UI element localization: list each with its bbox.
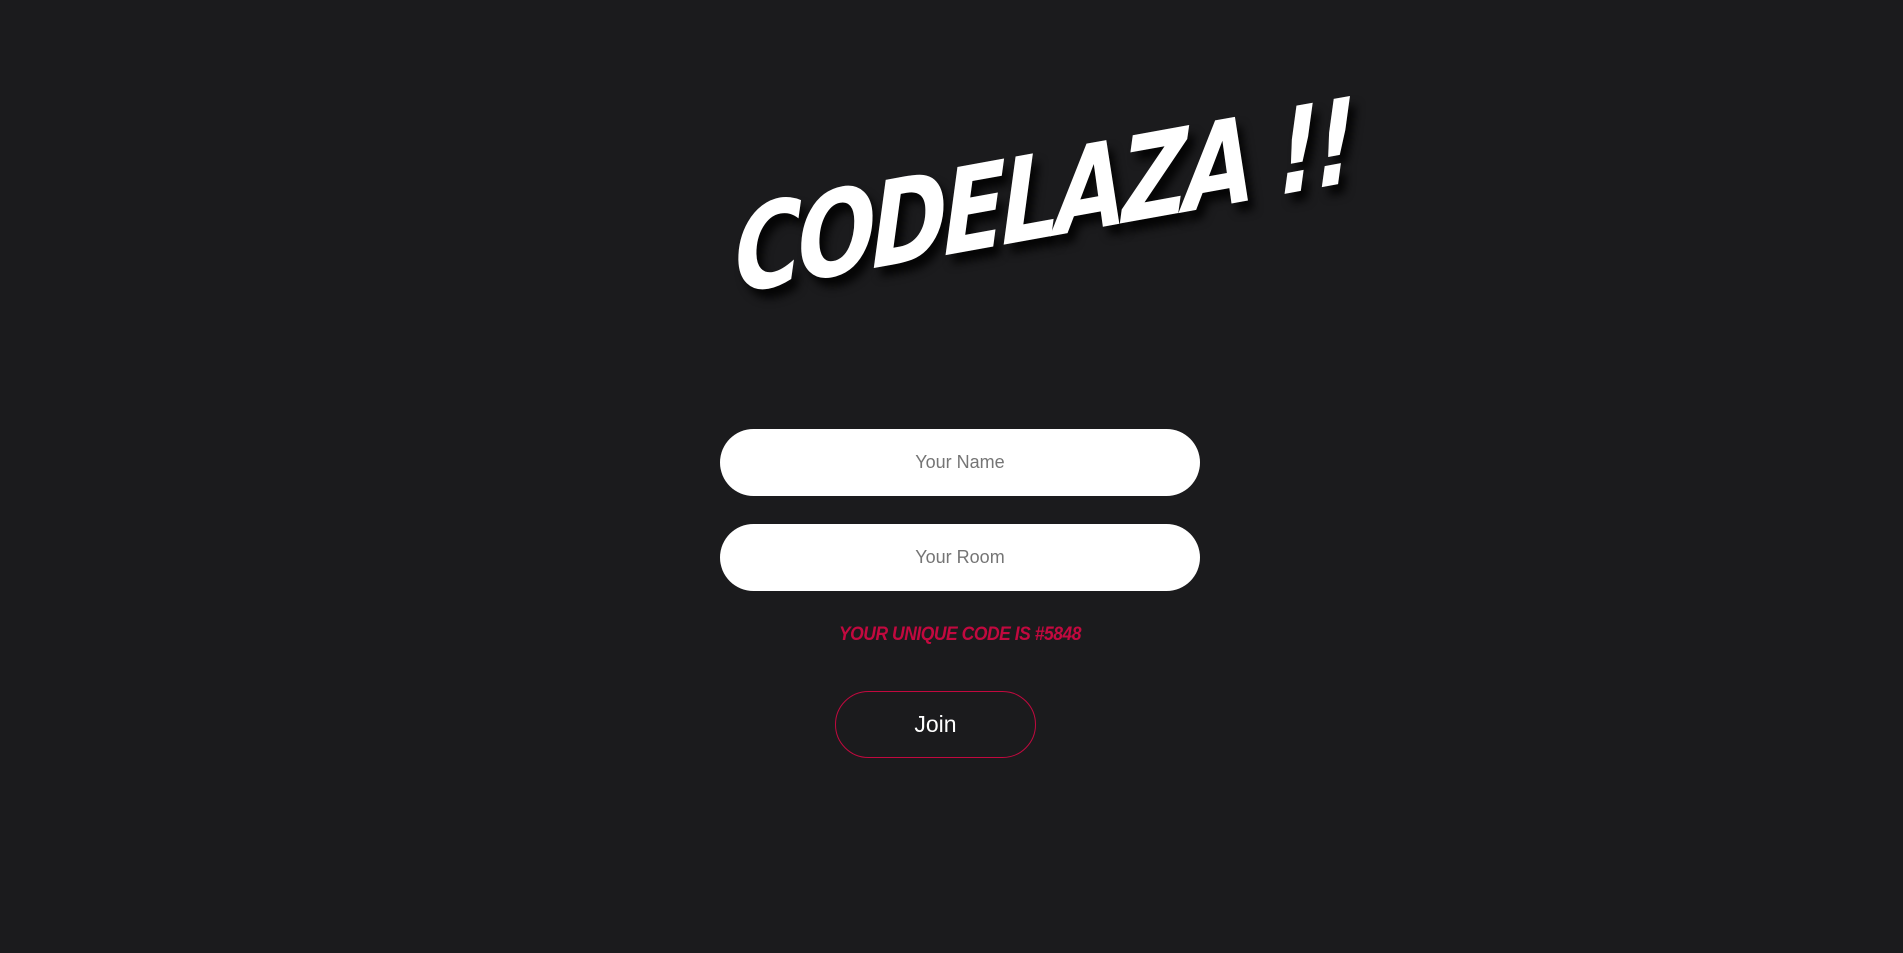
join-page: CODELAZA !! YOUR UNIQUE CODE IS #5848 Jo…	[0, 0, 1903, 953]
app-logo: CODELAZA !!	[733, 71, 1354, 322]
unique-code-text: YOUR UNIQUE CODE IS #5848	[838, 624, 1082, 645]
join-button[interactable]: Join	[835, 691, 1036, 758]
name-input[interactable]	[720, 429, 1200, 496]
room-input[interactable]	[720, 524, 1200, 591]
